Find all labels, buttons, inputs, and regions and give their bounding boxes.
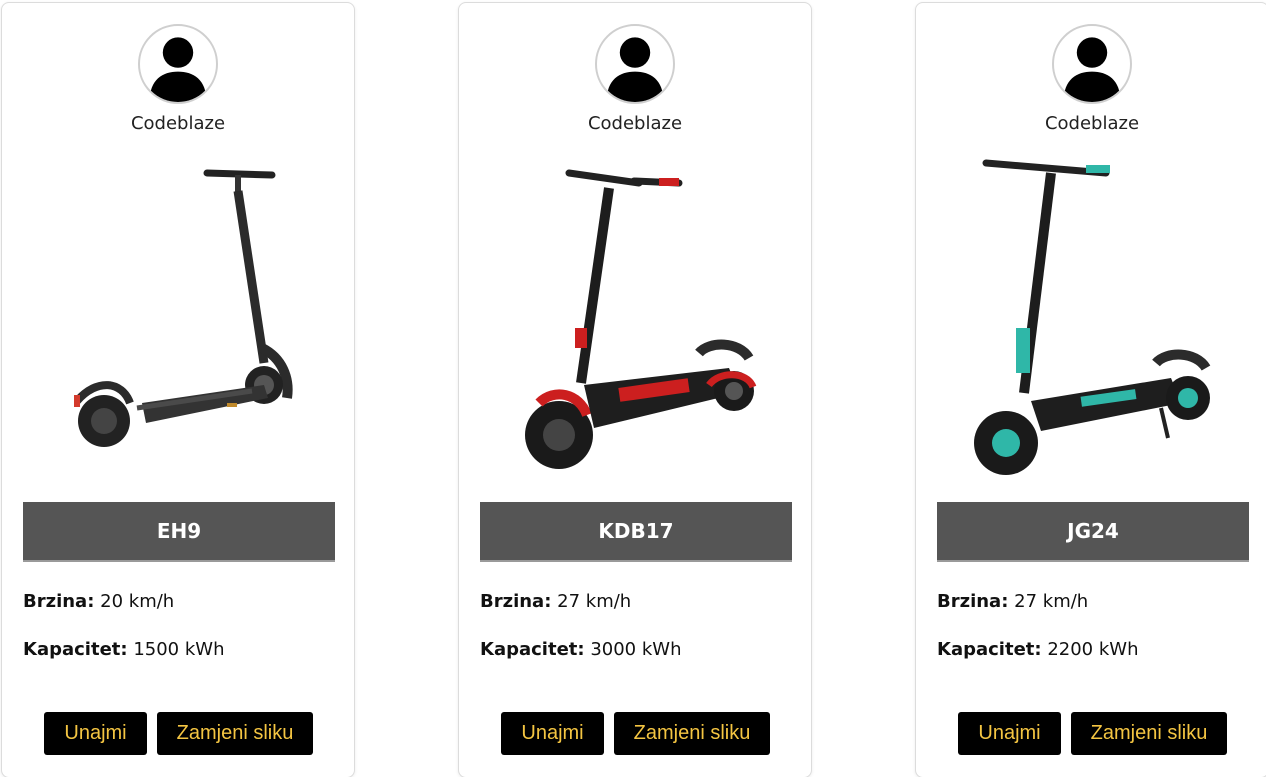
capacity-value: 2200 kWh [1047,639,1139,660]
model-name-bar: JG24 [937,502,1249,562]
capacity-value: 1500 kWh [133,639,225,660]
capacity-label: Kapacitet: [480,639,585,660]
capacity-label: Kapacitet: [937,639,1042,660]
speed-label: Brzina: [937,591,1009,612]
capacity-row: Kapacitet: 3000 kWh [480,639,682,660]
scooter-card: Codeblaze KDB17 Brzina: 27 km/h Kapacite… [458,2,812,777]
capacity-row: Kapacitet: 2200 kWh [937,639,1139,660]
change-image-button[interactable]: Zamjeni sliku [614,712,770,755]
speed-value: 20 km/h [100,591,175,612]
scooter-card: Codeblaze JG24 Brzina: 27 km/h Kapacitet [915,2,1266,777]
owner-username: Codeblaze [1044,113,1140,134]
speed-row: Brzina: 20 km/h [23,591,174,612]
user-avatar-icon [595,24,675,104]
scooter-image [42,153,332,478]
model-name-bar: EH9 [23,502,335,562]
capacity-row: Kapacitet: 1500 kWh [23,639,225,660]
rent-button[interactable]: Unajmi [501,712,604,755]
scooter-card: Codeblaze EH9 Brzina: 20 km/h Kapacitet:… [1,2,355,777]
scooter-image [499,153,789,478]
capacity-label: Kapacitet: [23,639,128,660]
speed-value: 27 km/h [1014,591,1089,612]
user-avatar-icon [138,24,218,104]
speed-value: 27 km/h [557,591,632,612]
rent-button[interactable]: Unajmi [958,712,1061,755]
capacity-value: 3000 kWh [590,639,682,660]
owner-username: Codeblaze [587,113,683,134]
speed-row: Brzina: 27 km/h [480,591,631,612]
speed-row: Brzina: 27 km/h [937,591,1088,612]
rent-button[interactable]: Unajmi [44,712,147,755]
owner-username: Codeblaze [130,113,226,134]
change-image-button[interactable]: Zamjeni sliku [157,712,313,755]
speed-label: Brzina: [23,591,95,612]
scooter-image [956,153,1246,478]
speed-label: Brzina: [480,591,552,612]
change-image-button[interactable]: Zamjeni sliku [1071,712,1227,755]
model-name-bar: KDB17 [480,502,792,562]
user-avatar-icon [1052,24,1132,104]
scooter-grid: Codeblaze EH9 Brzina: 20 km/h Kapacitet:… [0,0,1266,777]
